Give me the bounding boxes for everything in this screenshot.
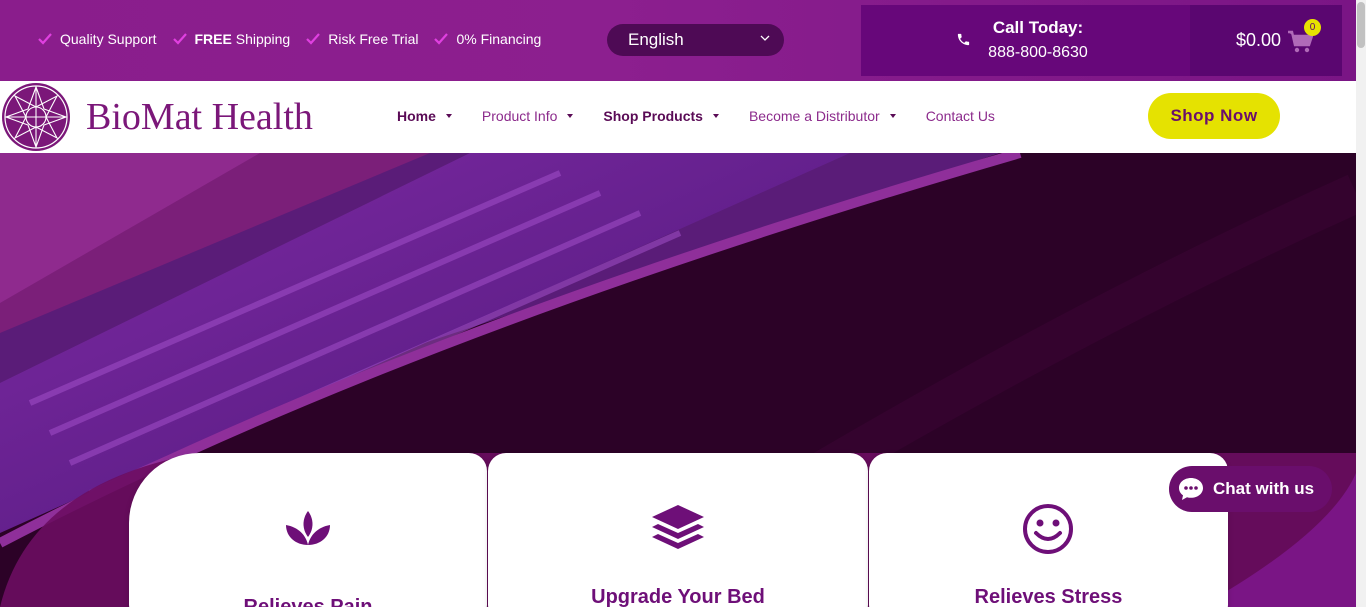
- dropdown-caret-icon: [889, 114, 896, 118]
- dropdown-caret-icon: [445, 114, 452, 118]
- perk-quality-support: Quality Support: [38, 31, 157, 47]
- chat-button[interactable]: Chat with us: [1169, 466, 1332, 512]
- top-bar: Quality Support FREE Shipping Risk Free …: [0, 0, 1356, 81]
- call-title: Call Today:: [992, 18, 1084, 37]
- nav-label: Product Info: [481, 108, 558, 124]
- page-scrollbar[interactable]: [1356, 0, 1366, 607]
- card-title: Relieves Pain: [243, 596, 373, 607]
- language-select[interactable]: English: [607, 24, 784, 56]
- nav-label: Home: [397, 108, 436, 124]
- check-icon: [38, 33, 52, 45]
- call-phone[interactable]: 888-800-8630: [861, 44, 1215, 62]
- cart-total: $0.00: [1236, 30, 1282, 50]
- nav-item-home[interactable]: Home: [397, 108, 452, 124]
- nav-label: Shop Products: [603, 108, 703, 124]
- logo-icon[interactable]: [0, 81, 72, 153]
- smile-icon: [1023, 504, 1073, 554]
- perk-label: 0% Financing: [456, 31, 542, 47]
- layers-icon: [652, 505, 704, 549]
- dropdown-caret-icon: [567, 114, 574, 118]
- nav-label: Contact Us: [925, 108, 995, 124]
- chevron-down-icon: [760, 35, 770, 41]
- nav-label: Become a Distributor: [748, 108, 880, 124]
- lotus-icon: [286, 511, 330, 545]
- perk-label-rest: Shipping: [231, 31, 291, 47]
- site-header: BioMat Health Home Product Info Shop Pro…: [0, 81, 1356, 153]
- perk-label-bold: FREE: [194, 31, 232, 47]
- perk-financing: 0% Financing: [434, 31, 541, 47]
- chat-bubble-icon: [1179, 478, 1203, 500]
- perk-free-shipping: FREE Shipping: [172, 31, 291, 47]
- language-value: English: [628, 30, 684, 49]
- logo-text[interactable]: BioMat Health: [86, 95, 313, 139]
- scrollbar-thumb[interactable]: [1357, 2, 1365, 48]
- perk-label: FREE Shipping: [195, 31, 291, 47]
- feature-card-upgrade-bed[interactable]: Upgrade Your Bed: [488, 453, 868, 607]
- check-icon: [434, 33, 449, 45]
- nav-item-shop-products[interactable]: Shop Products: [603, 108, 719, 124]
- nav-item-contact-us[interactable]: Contact Us: [926, 108, 995, 124]
- card-title: Relieves Stress: [974, 586, 1123, 607]
- card-title: Upgrade Your Bed: [591, 586, 765, 607]
- feature-card-relieves-pain[interactable]: Relieves Pain: [129, 453, 487, 607]
- dropdown-caret-icon: [712, 114, 719, 118]
- shop-now-button[interactable]: Shop Now: [1148, 93, 1280, 139]
- perk-label: Risk Free Trial: [328, 31, 419, 47]
- chat-label: Chat with us: [1213, 479, 1315, 498]
- check-icon: [172, 33, 187, 45]
- main-nav: Home Product Info Shop Products Become a…: [397, 108, 1025, 124]
- perks-list: Quality Support FREE Shipping Risk Free …: [38, 31, 541, 47]
- nav-item-product-info[interactable]: Product Info: [482, 108, 574, 124]
- cart-button[interactable]: $0.00 0: [1190, 5, 1342, 76]
- perk-label: Quality Support: [60, 31, 157, 47]
- perk-risk-free-trial: Risk Free Trial: [306, 31, 418, 47]
- call-box[interactable]: Call Today: 888-800-8630: [861, 5, 1190, 76]
- nav-item-become-distributor[interactable]: Become a Distributor: [749, 108, 896, 124]
- cart-count-badge: 0: [1304, 19, 1321, 36]
- check-icon: [306, 33, 321, 45]
